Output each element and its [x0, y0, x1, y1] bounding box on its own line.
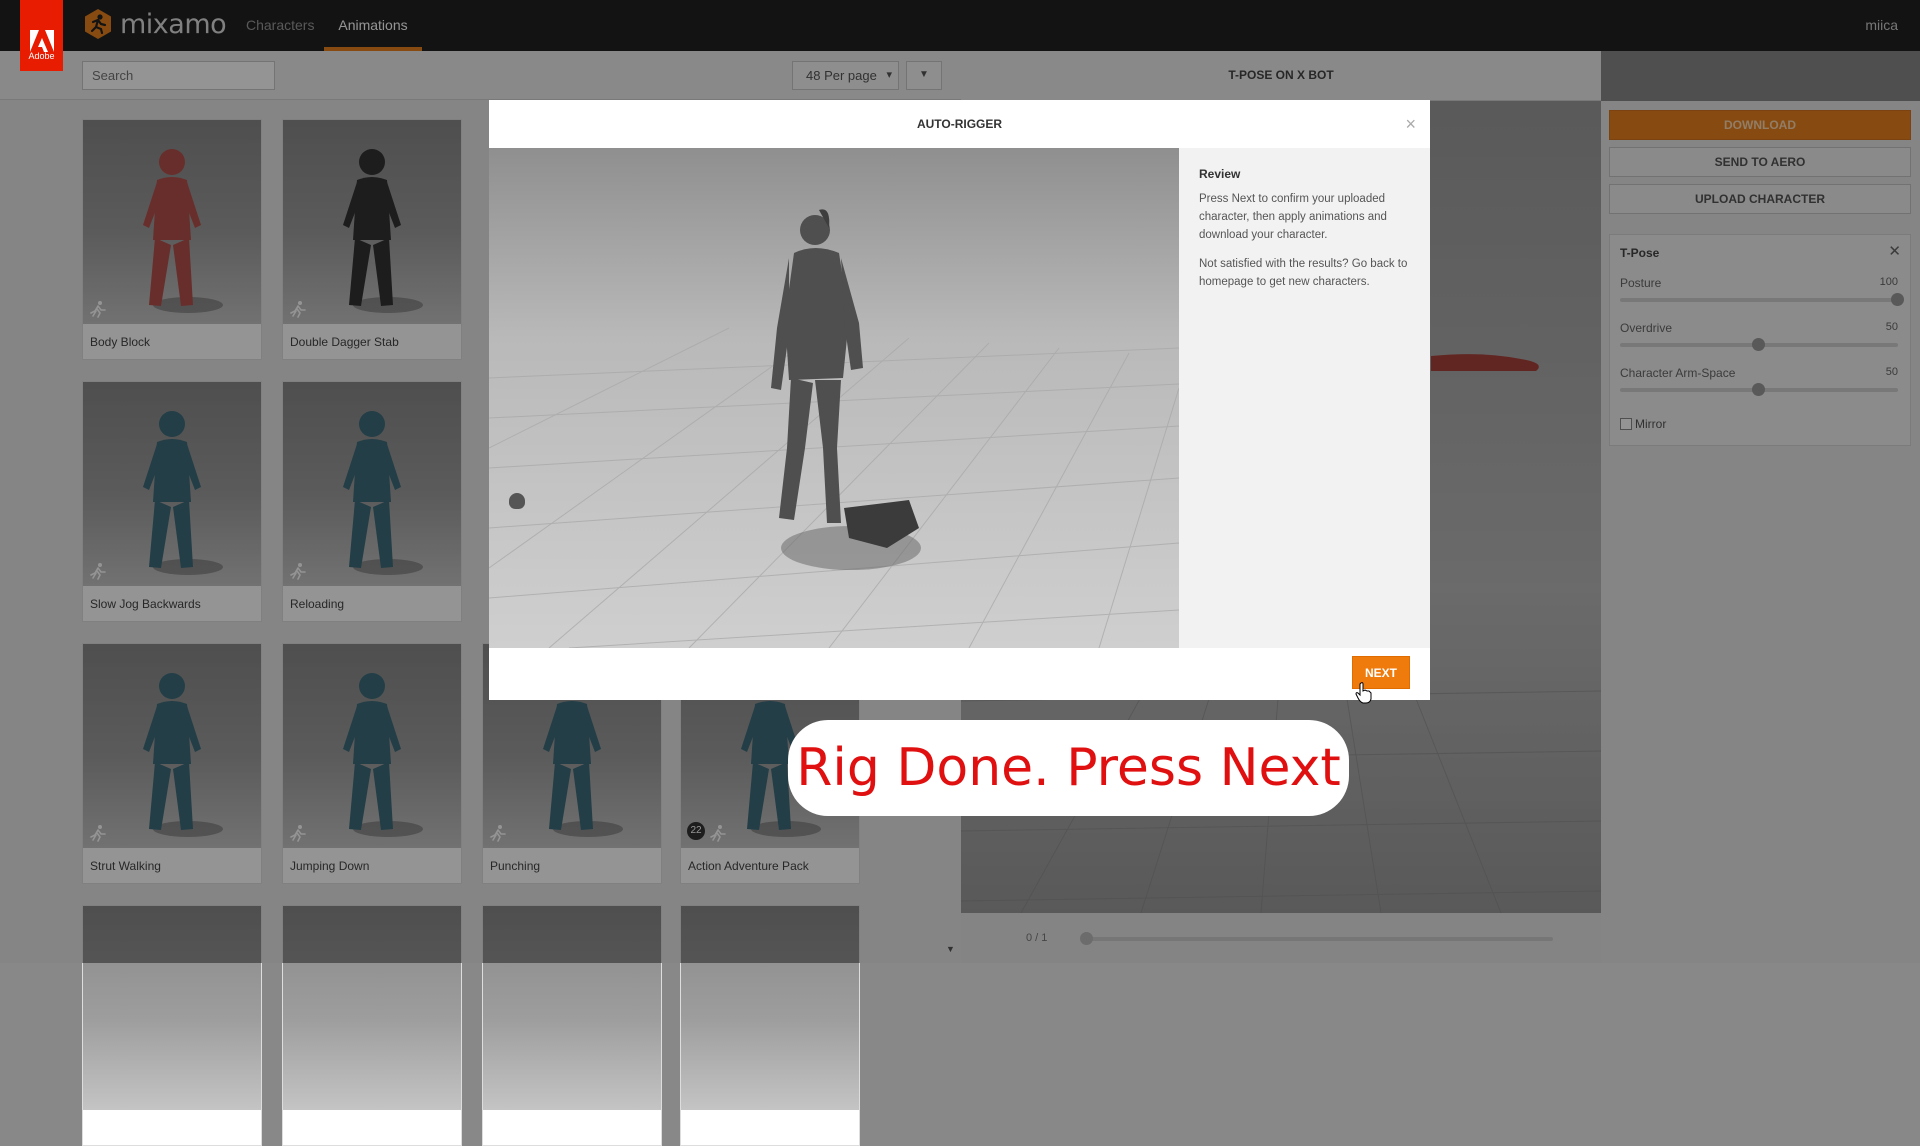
review-go-back-note: Not satisfied with the results? Go back …: [1199, 258, 1408, 288]
dialog-footer: NEXT: [489, 648, 1430, 700]
review-heading: Review: [1199, 167, 1241, 181]
dialog-title: AUTO-RIGGER: [916, 117, 1003, 131]
rig-preview-viewport[interactable]: [489, 148, 1179, 648]
review-panel: Review Press Next to confirm your upload…: [1179, 148, 1430, 648]
adobe-logo[interactable]: Adobe: [20, 0, 63, 71]
close-icon[interactable]: ×: [1405, 114, 1416, 135]
adobe-label: Adobe: [28, 51, 55, 61]
preview-scene: [489, 209, 1179, 648]
adobe-a-icon: [29, 30, 54, 52]
hand-cursor-icon: [1355, 682, 1372, 704]
skeleton-toggle-icon[interactable]: [509, 493, 525, 509]
tutorial-caption: Rig Done. Press Next: [788, 720, 1349, 816]
review-instructions: Press Next to confirm your uploaded char…: [1199, 193, 1387, 241]
auto-rigger-dialog: AUTO-RIGGER × Review Press Next to confi…: [489, 100, 1430, 700]
